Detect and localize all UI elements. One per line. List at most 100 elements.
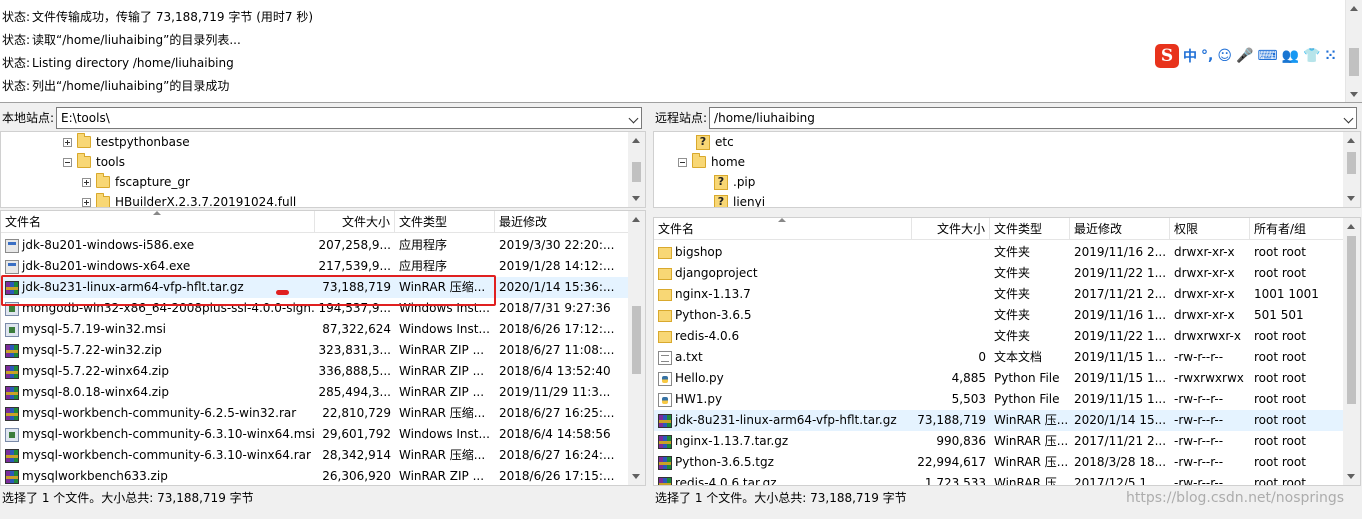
table-row[interactable]: mysql-8.0.18-winx64.zip 285,494,3... WinRA…	[1, 382, 629, 403]
table-row[interactable]: mysql-workbench-community-6.3.10-winx64.…	[1, 424, 629, 445]
chevron-down-icon[interactable]	[1343, 113, 1354, 124]
punctuation-icon[interactable]: °,	[1201, 48, 1213, 64]
folder-icon	[658, 330, 672, 343]
tree-node[interactable]: ? .pip	[714, 172, 755, 192]
name-text: mysql-workbench-community-6.3.10-winx64.…	[22, 427, 315, 441]
grid-menu-icon[interactable]: ⁙	[1324, 48, 1337, 64]
table-row[interactable]: a.txt 0 文本文档 2019/11/15 1... -rw-r--r-- root …	[654, 347, 1344, 368]
table-row[interactable]: redis-4.0.6 文件夹 2019/11/22 1... drwxrwxr-x r…	[654, 326, 1344, 347]
size-text: 29,601,792	[322, 427, 391, 441]
remote-tree-scrollbar[interactable]	[1343, 132, 1360, 207]
scroll-thumb[interactable]	[1349, 48, 1359, 76]
microphone-icon[interactable]: 🎤	[1236, 48, 1253, 64]
users-icon[interactable]: 👥	[1282, 48, 1299, 64]
cell-size: 29,601,792	[315, 424, 395, 445]
column-header-modified[interactable]: 最近修改	[495, 211, 629, 233]
name-text: djangoproject	[675, 266, 758, 280]
table-row[interactable]: mysql-5.7.22-win32.zip 323,831,3... WinRAR…	[1, 340, 629, 361]
scroll-down-icon[interactable]	[632, 474, 640, 479]
scroll-up-icon[interactable]	[1350, 6, 1358, 11]
chinese-mode-icon[interactable]: 中	[1183, 46, 1197, 66]
table-row[interactable]: mysql-workbench-community-6.3.10-winx64.…	[1, 445, 629, 466]
local-path-combo[interactable]: E:\tools\	[56, 107, 643, 129]
local-tree-scrollbar[interactable]	[628, 132, 645, 207]
sort-ascending-icon	[153, 211, 161, 215]
scroll-down-icon[interactable]	[1347, 474, 1355, 479]
remote-site-bar: 远程站点: /home/liuhaibing	[653, 107, 1361, 129]
remote-directory-tree[interactable]: ? etc home ? .pip ? lienyi	[653, 131, 1361, 208]
collapse-icon[interactable]	[678, 157, 687, 167]
scroll-down-icon[interactable]	[1347, 196, 1355, 201]
expand-icon[interactable]	[82, 197, 91, 207]
ime-toolbar[interactable]: S 中 °, ☺ 🎤 ⌨ 👥 👕 ⁙	[1155, 43, 1336, 69]
scroll-thumb[interactable]	[632, 306, 641, 374]
column-header-modified[interactable]: 最近修改	[1070, 218, 1170, 240]
cell-modified: 2019/3/30 22:20:...	[495, 235, 629, 256]
table-row[interactable]: mongodb-win32-x86_64-2008plus-ssl-4.0.0-…	[1, 298, 629, 319]
keyboard-icon[interactable]: ⌨	[1257, 48, 1277, 64]
table-row[interactable]: djangoproject 文件夹 2019/11/22 1... drwxr-xr-…	[654, 263, 1344, 284]
scroll-thumb[interactable]	[632, 162, 641, 182]
scroll-up-icon[interactable]	[632, 217, 640, 222]
local-list-scrollbar[interactable]	[628, 211, 645, 485]
message-log[interactable]: 状态: 文件传输成功，传输了 73,188,719 字节 (用时7 秒) 状态: 读…	[0, 0, 1362, 103]
table-row[interactable]: nginx-1.13.7.tar.gz 990,836 WinRAR 压... 201…	[654, 431, 1344, 452]
column-header-owner[interactable]: 所有者/组	[1250, 218, 1344, 240]
column-header-size[interactable]: 文件大小	[315, 211, 395, 233]
scroll-down-icon[interactable]	[632, 196, 640, 201]
table-row[interactable]: jdk-8u231-linux-arm64-vfp-hflt.tar.gz 73,…	[654, 410, 1344, 431]
collapse-icon[interactable]	[63, 157, 72, 167]
remote-file-list[interactable]: 文件名 文件大小 文件类型 最近修改 权限 所有者/组 bigshop 文件夹 20…	[653, 217, 1361, 486]
table-row[interactable]: Hello.py 4,885 Python File 2019/11/15 1... -…	[654, 368, 1344, 389]
table-row[interactable]: redis-4.0.6.tar.gz 1,723,533 WinRAR 压... 20…	[654, 473, 1344, 485]
column-header-type[interactable]: 文件类型	[395, 211, 495, 233]
sogou-logo-icon[interactable]: S	[1155, 44, 1179, 68]
tree-node[interactable]: tools	[63, 152, 125, 172]
table-row[interactable]: bigshop 文件夹 2019/11/16 2... drwxr-xr-x root …	[654, 242, 1344, 263]
scroll-up-icon[interactable]	[1347, 224, 1355, 229]
table-row[interactable]: mysql-5.7.19-win32.msi 87,322,624 Windows …	[1, 319, 629, 340]
scroll-thumb[interactable]	[1347, 236, 1356, 404]
column-header-size[interactable]: 文件大小	[912, 218, 990, 240]
tree-node[interactable]: home	[678, 152, 745, 172]
table-row[interactable]: mysql-5.7.22-winx64.zip 336,888,5... WinRA…	[1, 361, 629, 382]
chevron-down-icon[interactable]	[628, 113, 639, 124]
modified-text: 2019/11/15 1...	[1074, 350, 1167, 364]
scroll-down-icon[interactable]	[1350, 92, 1358, 97]
cell-modified: 2019/11/15 1...	[1070, 347, 1170, 368]
tree-node[interactable]: ? lienyi	[714, 192, 765, 207]
name-text: HW1.py	[675, 392, 723, 406]
tree-node[interactable]: ? etc	[696, 132, 734, 152]
column-header-type[interactable]: 文件类型	[990, 218, 1070, 240]
log-scrollbar[interactable]	[1345, 0, 1362, 102]
tree-node[interactable]: HBuilderX.2.3.7.20191024.full	[82, 192, 296, 207]
name-text: Hello.py	[675, 371, 724, 385]
scroll-up-icon[interactable]	[1347, 138, 1355, 143]
table-row[interactable]: mysqlworkbench633.zip 26,306,920 WinRAR ZI…	[1, 466, 629, 485]
table-row[interactable]: HW1.py 5,503 Python File 2019/11/15 1... -rw…	[654, 389, 1344, 410]
table-row[interactable]: mysql-workbench-community-6.2.5-win32.ra…	[1, 403, 629, 424]
expand-icon[interactable]	[63, 137, 72, 147]
scroll-up-icon[interactable]	[632, 138, 640, 143]
remote-list-scrollbar[interactable]	[1343, 218, 1360, 485]
emoji-icon[interactable]: ☺	[1217, 48, 1232, 64]
local-directory-tree[interactable]: testpythonbase tools fscapture_gr HBuild…	[0, 131, 646, 208]
remote-path-combo[interactable]: /home/liuhaibing	[709, 107, 1358, 129]
cell-size: 207,258,9...	[315, 235, 395, 256]
skin-icon[interactable]: 👕	[1303, 48, 1320, 64]
column-header-permissions[interactable]: 权限	[1170, 218, 1250, 240]
table-row[interactable]: Python-3.6.5.tgz 22,994,617 WinRAR 压... 201…	[654, 452, 1344, 473]
table-row[interactable]: Python-3.6.5 文件夹 2019/11/16 1... drwxr-xr-x…	[654, 305, 1344, 326]
table-row[interactable]: jdk-8u201-windows-i586.exe 207,258,9... 应用…	[1, 235, 629, 256]
tree-node[interactable]: fscapture_gr	[82, 172, 190, 192]
tree-node[interactable]: testpythonbase	[63, 132, 190, 152]
scroll-thumb[interactable]	[1347, 152, 1356, 174]
local-file-list[interactable]: 文件名 文件大小 文件类型 最近修改 jdk-8u201-windows-i58…	[0, 210, 646, 486]
table-row[interactable]: jdk-8u201-windows-x64.exe 217,539,9... 应用程…	[1, 256, 629, 277]
table-row[interactable]: nginx-1.13.7 文件夹 2017/11/21 2... drwxr-xr-x…	[654, 284, 1344, 305]
expand-icon[interactable]	[82, 177, 91, 187]
remote-status-bar: 选择了 1 个文件。大小总共: 73,188,719 字节	[655, 491, 907, 505]
table-row[interactable]: jdk-8u231-linux-arm64-vfp-hflt.tar.gz 73,…	[1, 277, 629, 298]
cell-owner: root root	[1250, 326, 1344, 347]
owner-text: root root	[1254, 329, 1306, 343]
